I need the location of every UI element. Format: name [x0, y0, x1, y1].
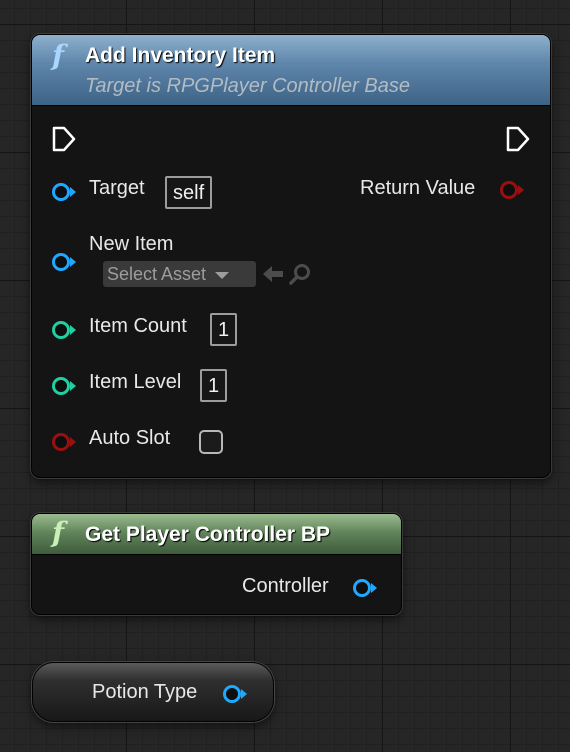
item-count-field[interactable]: 1: [210, 313, 238, 346]
browse-asset-search-icon[interactable]: [289, 262, 313, 286]
target-value-field[interactable]: self: [165, 176, 213, 209]
item-count-pin-icon[interactable]: [52, 321, 76, 339]
use-selected-asset-arrow-icon[interactable]: [262, 264, 284, 284]
return-value-label: Return Value: [360, 177, 476, 199]
target-pin-icon[interactable]: [52, 183, 76, 201]
auto-slot-checkbox[interactable]: [199, 430, 223, 454]
node-subtitle: Target is RPGPlayer Controller Base: [85, 75, 410, 97]
item-level-field[interactable]: 1: [200, 369, 228, 402]
exec-in-pin-icon[interactable]: [52, 126, 76, 152]
exec-out-pin-icon[interactable]: [506, 126, 530, 152]
potion-type-pin-icon[interactable]: [223, 685, 247, 703]
potion-type-label: Potion Type: [92, 681, 198, 703]
node-title: Add Inventory Item: [85, 44, 276, 67]
item-level-label: Item Level: [89, 371, 182, 393]
controller-pin-icon[interactable]: [353, 579, 377, 597]
node-header[interactable]: f Get Player Controller BP: [32, 514, 401, 555]
item-count-label: Item Count: [89, 315, 187, 337]
select-asset-dropdown[interactable]: Select Asset: [103, 261, 256, 287]
node-title: Get Player Controller BP: [85, 523, 331, 546]
return-value-pin-icon[interactable]: [500, 181, 524, 199]
select-asset-text: Select Asset: [107, 264, 207, 284]
item-level-pin-icon[interactable]: [52, 377, 76, 395]
controller-label: Controller: [242, 575, 329, 597]
chevron-down-icon: [215, 271, 230, 279]
auto-slot-pin-icon[interactable]: [52, 433, 76, 451]
function-icon: f: [52, 39, 65, 72]
target-label: Target: [89, 177, 145, 199]
get-player-controller-node[interactable]: f Get Player Controller BP Controller: [31, 513, 402, 615]
new-item-label: New Item: [89, 233, 174, 255]
node-header[interactable]: f Add Inventory Item Target is RPGPlayer…: [32, 35, 550, 106]
new-item-pin-icon[interactable]: [52, 253, 76, 271]
auto-slot-label: Auto Slot: [89, 427, 171, 449]
add-inventory-item-node[interactable]: f Add Inventory Item Target is RPGPlayer…: [31, 34, 551, 478]
function-icon: f: [52, 516, 65, 549]
potion-type-variable-node[interactable]: Potion Type: [32, 662, 274, 722]
